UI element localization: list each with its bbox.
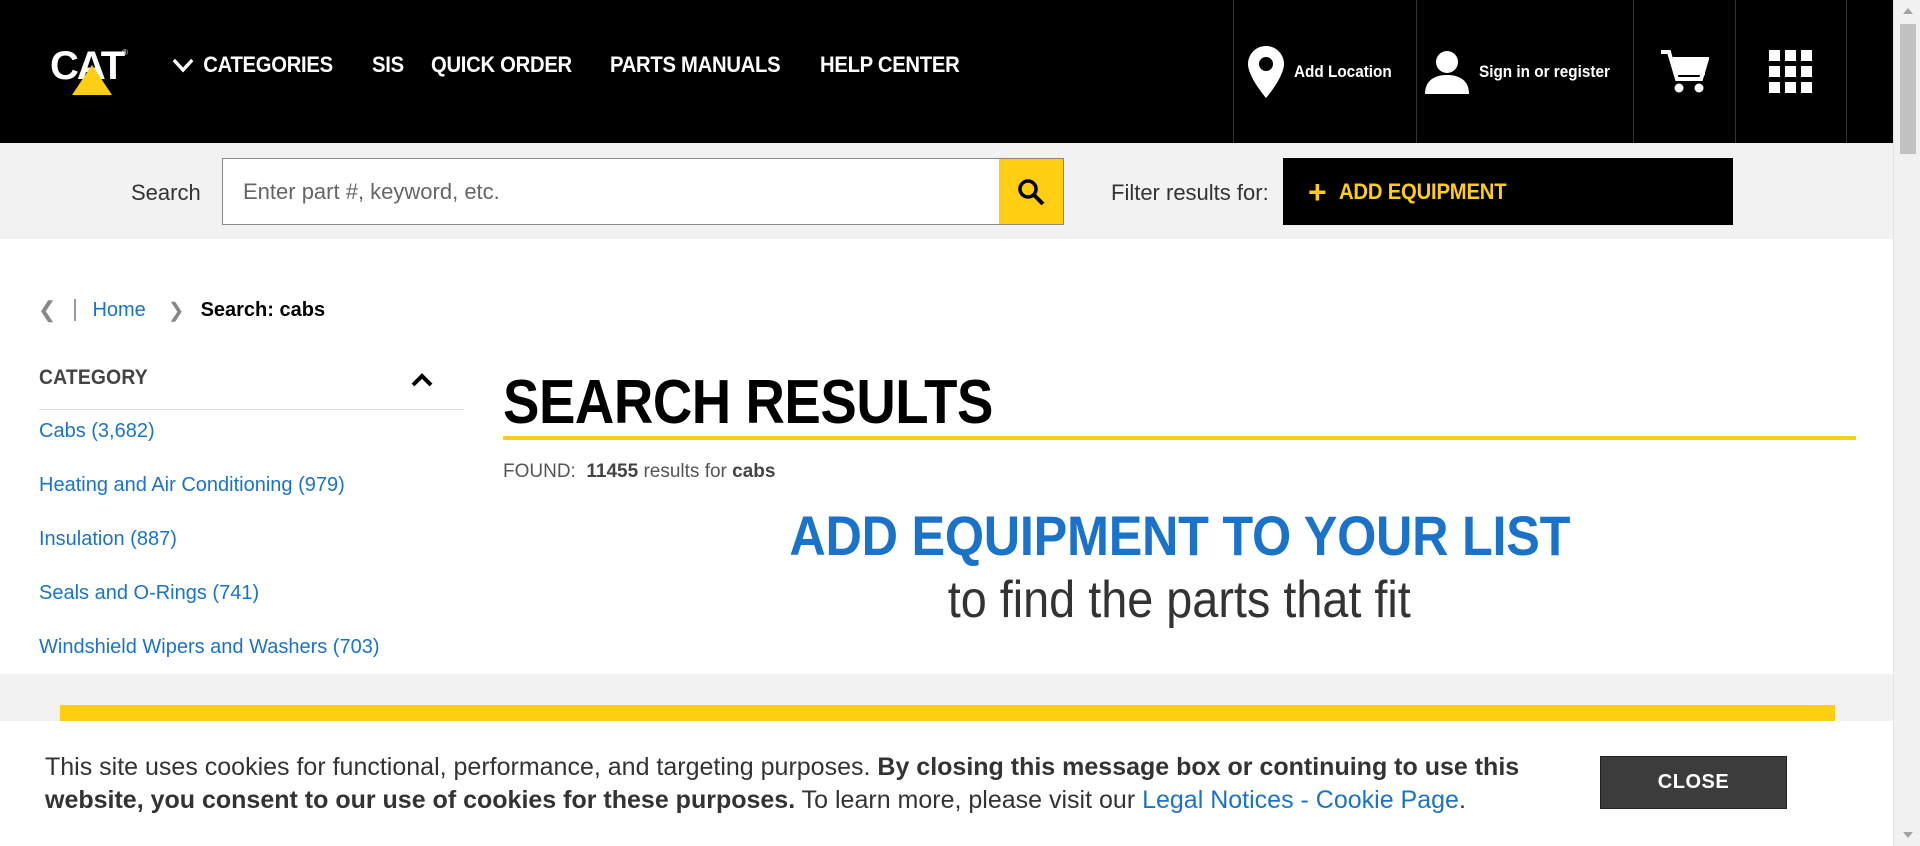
- cookie-text-plain: This site uses cookies for functional, p…: [45, 753, 871, 781]
- plus-icon: +: [1308, 173, 1327, 210]
- category-title: CATEGORY: [39, 366, 148, 389]
- found-count: 11455: [586, 461, 639, 482]
- nav-label: QUICK ORDER: [431, 52, 573, 77]
- add-equipment-label: ADD EQUIPMENT: [1338, 178, 1507, 204]
- user-icon: [1425, 50, 1470, 94]
- breadcrumb-divider: [74, 299, 77, 321]
- breadcrumb-home-link[interactable]: Home: [92, 299, 145, 322]
- results-count: FOUND: 11455 results for cabs: [503, 461, 775, 483]
- nav-parts-manuals[interactable]: PARTS MANUALS: [609, 52, 781, 78]
- cart-button[interactable]: [1633, 0, 1735, 143]
- category-item[interactable]: Seals and O-Rings (741): [39, 582, 380, 636]
- found-prefix: FOUND:: [503, 461, 576, 482]
- breadcrumb: ❮ Home ❯ Search: cabs: [38, 297, 325, 323]
- add-location-label: Add Location: [1293, 61, 1392, 81]
- location-pin-icon: [1247, 45, 1284, 98]
- page-title: SEARCH RESULTS: [503, 368, 993, 437]
- sign-in-button[interactable]: Sign in or register: [1416, 0, 1633, 143]
- scroll-thumb[interactable]: [1900, 24, 1916, 154]
- chevron-up-icon[interactable]: [410, 368, 434, 392]
- promo-subheading-text: to find the parts that fit: [947, 571, 1412, 629]
- cookie-policy-link[interactable]: Legal Notices - Cookie Page: [1142, 786, 1459, 814]
- search-icon: [1018, 178, 1045, 205]
- page-scrollbar[interactable]: [1893, 0, 1920, 846]
- nav-label: SIS: [371, 52, 404, 77]
- add-equipment-button[interactable]: + ADD EQUIPMENT: [1283, 158, 1733, 225]
- apps-button[interactable]: [1735, 0, 1847, 143]
- apps-grid-icon: [1769, 49, 1812, 93]
- nav-quick-order[interactable]: QUICK ORDER: [431, 52, 572, 78]
- promo-heading: ADD EQUIPMENT TO YOUR LIST: [503, 503, 1856, 568]
- sign-in-label: Sign in or register: [1479, 61, 1611, 81]
- page: CAT ® CATEGORIES SIS QUICK ORDER PARTS M…: [0, 0, 1920, 846]
- search-box: [222, 158, 1064, 225]
- top-header: CAT ® CATEGORIES SIS QUICK ORDER PARTS M…: [0, 0, 1893, 143]
- nav-categories[interactable]: CATEGORIES: [172, 52, 333, 78]
- promo-heading-text: ADD EQUIPMENT TO YOUR LIST: [789, 504, 1570, 567]
- search-band: Search Filter results for: + ADD EQUIPME…: [0, 143, 1893, 239]
- cookie-text-tail: To learn more, please visit our: [801, 786, 1136, 814]
- cookie-close-button[interactable]: CLOSE: [1600, 756, 1787, 809]
- nav-label: CATEGORIES: [203, 52, 333, 77]
- search-label: Search: [131, 180, 201, 205]
- cat-logo[interactable]: CAT ®: [50, 44, 140, 97]
- category-list: Cabs (3,682) Heating and Air Conditionin…: [39, 420, 380, 690]
- filter-label: Filter results for:: [1111, 180, 1269, 205]
- category-header[interactable]: CATEGORY: [39, 366, 464, 410]
- category-item[interactable]: Insulation (887): [39, 528, 380, 582]
- chevron-right-icon: ❯: [167, 299, 185, 322]
- nav-label: HELP CENTER: [819, 52, 960, 77]
- nav-sis[interactable]: SIS: [372, 52, 404, 78]
- cookie-banner: This site uses cookies for functional, p…: [0, 721, 1893, 846]
- cookie-period: .: [1458, 786, 1466, 814]
- cart-icon: [1660, 49, 1709, 92]
- found-mid: results for: [643, 461, 727, 482]
- nav-help-center[interactable]: HELP CENTER: [819, 52, 960, 78]
- add-location-button[interactable]: Add Location: [1233, 0, 1416, 143]
- svg-text:®: ®: [122, 48, 128, 57]
- promo-subheading: to find the parts that fit: [503, 570, 1856, 630]
- main-nav: CATEGORIES SIS QUICK ORDER PARTS MANUALS…: [172, 52, 996, 78]
- cookie-message: This site uses cookies for functional, p…: [45, 751, 1585, 817]
- nav-label: PARTS MANUALS: [609, 52, 781, 77]
- search-input[interactable]: [223, 159, 999, 224]
- title-underline: [503, 436, 1856, 440]
- chevron-left-icon[interactable]: ❮: [38, 297, 56, 323]
- found-query: cabs: [732, 461, 776, 482]
- chevron-down-icon: [172, 58, 194, 73]
- scroll-down-arrow-icon[interactable]: [1894, 824, 1920, 846]
- category-item[interactable]: Heating and Air Conditioning (979): [39, 474, 380, 528]
- scroll-up-arrow-icon[interactable]: [1894, 0, 1920, 22]
- search-button[interactable]: [999, 159, 1063, 224]
- breadcrumb-current: Search: cabs: [200, 298, 326, 321]
- category-item[interactable]: Cabs (3,682): [39, 420, 380, 474]
